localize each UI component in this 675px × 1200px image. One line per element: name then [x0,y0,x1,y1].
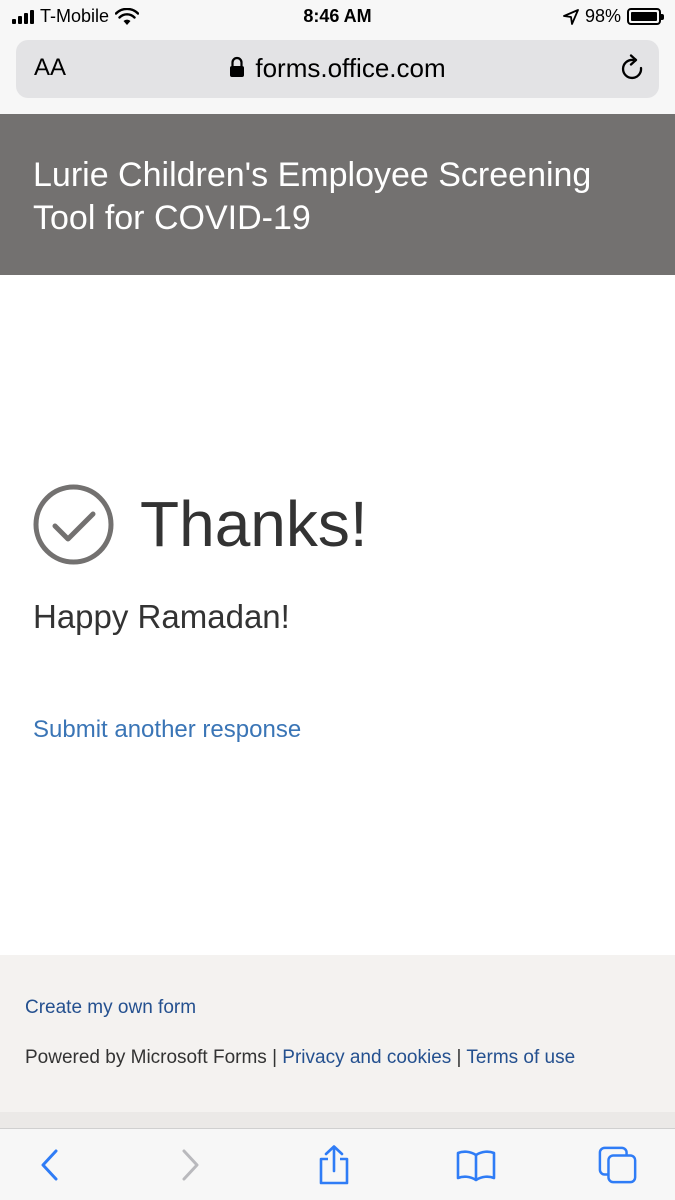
terms-of-use-link[interactable]: Terms of use [466,1047,575,1068]
back-icon [41,1149,58,1181]
form-title: Lurie Children's Employee Screening Tool… [33,156,592,237]
separator: | [272,1047,278,1068]
lock-icon [230,57,245,78]
status-right-group: 98% [563,6,664,27]
battery-percent: 98% [584,6,621,26]
back-button[interactable] [30,1145,70,1185]
tabs-icon [598,1146,637,1184]
bookmarks-button[interactable] [456,1145,496,1185]
status-bar: T-Mobile 8:46 AM 98% [0,0,675,36]
url-text: forms.office.com [255,53,446,83]
url-bar[interactable]: AA forms.office.com [16,40,659,98]
thanks-heading: Thanks! [140,488,368,560]
create-my-own-form-link[interactable]: Create my own form [25,997,196,1019]
share-button[interactable] [314,1145,354,1185]
submit-another-response-link[interactable]: Submit another response [33,716,301,744]
tabs-button[interactable] [598,1145,638,1185]
battery-icon [627,8,664,25]
thanks-message: Happy Ramadan! [33,598,290,635]
form-header-banner: Lurie Children's Employee Screening Tool… [0,114,675,275]
footer-bottom-strip [0,1112,675,1128]
share-icon [319,1145,349,1185]
location-icon [563,8,579,25]
browser-address-area: AA forms.office.com [0,36,675,114]
powered-by-line: Powered by Microsoft Forms | Privacy and… [25,1047,575,1069]
powered-by-text: Powered by Microsoft Forms [25,1047,267,1068]
form-footer: Create my own form Powered by Microsoft … [0,955,675,1112]
reload-icon[interactable] [619,54,647,84]
forward-button[interactable] [170,1145,210,1185]
separator: | [456,1047,462,1068]
checkmark-circle-icon [33,484,114,565]
bookmarks-icon [456,1150,496,1182]
forward-icon [182,1149,199,1181]
privacy-and-cookies-link[interactable]: Privacy and cookies [282,1047,451,1068]
browser-toolbar [0,1128,675,1200]
url-field[interactable]: forms.office.com [16,53,659,84]
